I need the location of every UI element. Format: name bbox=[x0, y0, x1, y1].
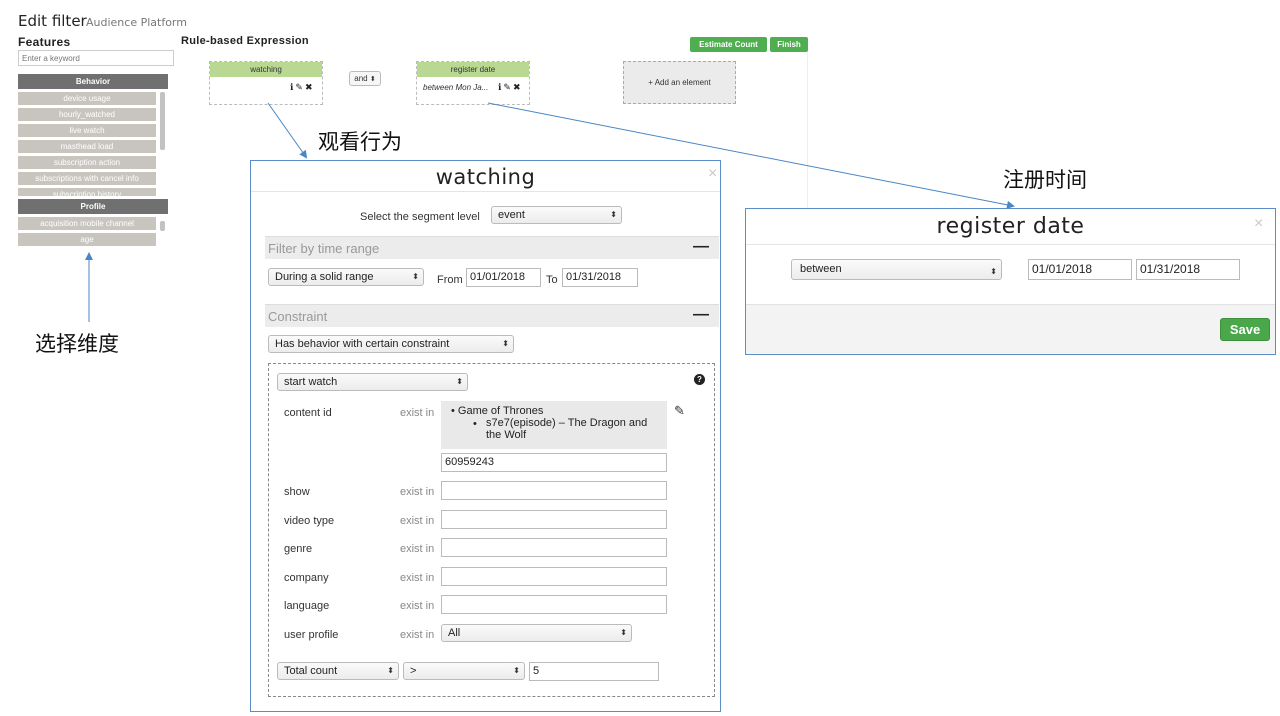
close-icon[interactable]: × bbox=[1254, 215, 1263, 233]
watching-modal: watching × Select the segment level even… bbox=[250, 160, 721, 712]
content-id-input[interactable]: 60959243 bbox=[441, 453, 667, 472]
user-profile-select[interactable]: All ⬍ bbox=[441, 624, 632, 642]
field-label: user profile bbox=[284, 629, 339, 641]
field-label: company bbox=[284, 572, 329, 584]
language-input[interactable] bbox=[441, 595, 667, 614]
comparator-select[interactable]: > ⬍ bbox=[403, 662, 525, 680]
tree-item: • Game of Thrones bbox=[451, 405, 544, 417]
to-label: To bbox=[546, 274, 558, 286]
user-profile-value: All bbox=[448, 627, 461, 639]
section-title: Constraint bbox=[268, 309, 328, 324]
updown-icon: ⬍ bbox=[513, 666, 520, 675]
content-tree: • Game of Thrones • s7e7(episode) – The … bbox=[441, 401, 667, 449]
updown-icon: ⬍ bbox=[387, 666, 394, 675]
edit-pencil-icon[interactable]: ✎ bbox=[674, 403, 685, 419]
field-label: show bbox=[284, 486, 310, 498]
tree-subitem: s7e7(episode) – The Dragon and the Wolf bbox=[486, 417, 648, 441]
field-label: content id bbox=[284, 407, 332, 419]
action-select[interactable]: start watch ⬍ bbox=[277, 373, 468, 391]
modal-title: watching bbox=[435, 165, 536, 189]
from-date-input[interactable]: 01/01/2018 bbox=[466, 268, 541, 287]
help-icon[interactable]: ? bbox=[694, 374, 705, 385]
exist-in-label: exist in bbox=[400, 629, 435, 641]
genre-input[interactable] bbox=[441, 538, 667, 557]
field-label: genre bbox=[284, 543, 313, 555]
annotation-watching: 观看行为 bbox=[318, 130, 402, 154]
aggregation-select[interactable]: Total count ⬍ bbox=[277, 662, 399, 680]
annotation-register: 注册时间 bbox=[1003, 168, 1087, 192]
range-type-value: During a solid range bbox=[275, 271, 374, 283]
segment-level-select[interactable]: event ⬍ bbox=[491, 206, 622, 224]
divider bbox=[746, 244, 1275, 245]
updown-icon: ⬍ bbox=[610, 210, 617, 219]
modal-footer bbox=[746, 304, 1275, 354]
threshold-input[interactable]: 5 bbox=[529, 662, 659, 681]
field-label: language bbox=[284, 600, 330, 612]
annotation-dimension: 选择维度 bbox=[35, 332, 119, 356]
register-date-modal: register date × between ⬍ 01/01/2018 01/3… bbox=[745, 208, 1276, 355]
exist-in-label: exist in bbox=[400, 600, 435, 612]
close-icon[interactable]: × bbox=[708, 165, 717, 183]
constraint-box: start watch ⬍ ? content id exist in • Gam… bbox=[268, 363, 715, 697]
updown-icon: ⬍ bbox=[456, 377, 463, 386]
constraint-type-select[interactable]: Has behavior with certain constraint ⬍ bbox=[268, 335, 514, 353]
register-from-input[interactable]: 01/01/2018 bbox=[1028, 259, 1132, 280]
modal-title: register date bbox=[936, 214, 1085, 239]
segment-level-label: Select the segment level bbox=[360, 211, 480, 223]
updown-icon: ⬍ bbox=[620, 628, 627, 637]
segment-level-value: event bbox=[498, 209, 525, 221]
from-label: From bbox=[437, 274, 463, 286]
time-range-section[interactable]: Filter by time range — bbox=[265, 236, 719, 259]
date-operator-value: between bbox=[800, 263, 842, 275]
comparator-value: > bbox=[410, 665, 417, 677]
aggregation-value: Total count bbox=[284, 665, 338, 677]
divider bbox=[251, 191, 720, 192]
updown-icon: ⬍ bbox=[502, 339, 509, 348]
date-operator-select[interactable]: between ⬍ bbox=[791, 259, 1002, 280]
collapse-icon[interactable]: — bbox=[693, 306, 709, 324]
exist-in-label: exist in bbox=[400, 515, 435, 527]
exist-in-label: exist in bbox=[400, 572, 435, 584]
section-title: Filter by time range bbox=[268, 241, 380, 256]
updown-icon: ⬍ bbox=[990, 267, 997, 276]
arrow-watching bbox=[267, 102, 308, 159]
show-input[interactable] bbox=[441, 481, 667, 500]
updown-icon: ⬍ bbox=[412, 272, 419, 281]
constraint-section[interactable]: Constraint — bbox=[265, 304, 719, 327]
video-type-input[interactable] bbox=[441, 510, 667, 529]
exist-in-label: exist in bbox=[400, 407, 435, 419]
exist-in-label: exist in bbox=[400, 486, 435, 498]
company-input[interactable] bbox=[441, 567, 667, 586]
range-type-select[interactable]: During a solid range ⬍ bbox=[268, 268, 424, 286]
collapse-icon[interactable]: — bbox=[693, 238, 709, 256]
exist-in-label: exist in bbox=[400, 543, 435, 555]
action-value: start watch bbox=[284, 376, 338, 388]
constraint-type-value: Has behavior with certain constraint bbox=[275, 338, 450, 350]
field-label: video type bbox=[284, 515, 335, 527]
save-button[interactable]: Save bbox=[1220, 318, 1270, 341]
register-to-input[interactable]: 01/31/2018 bbox=[1136, 259, 1240, 280]
to-date-input[interactable]: 01/31/2018 bbox=[562, 268, 638, 287]
tree-item-title: Game of Thrones bbox=[457, 405, 544, 417]
